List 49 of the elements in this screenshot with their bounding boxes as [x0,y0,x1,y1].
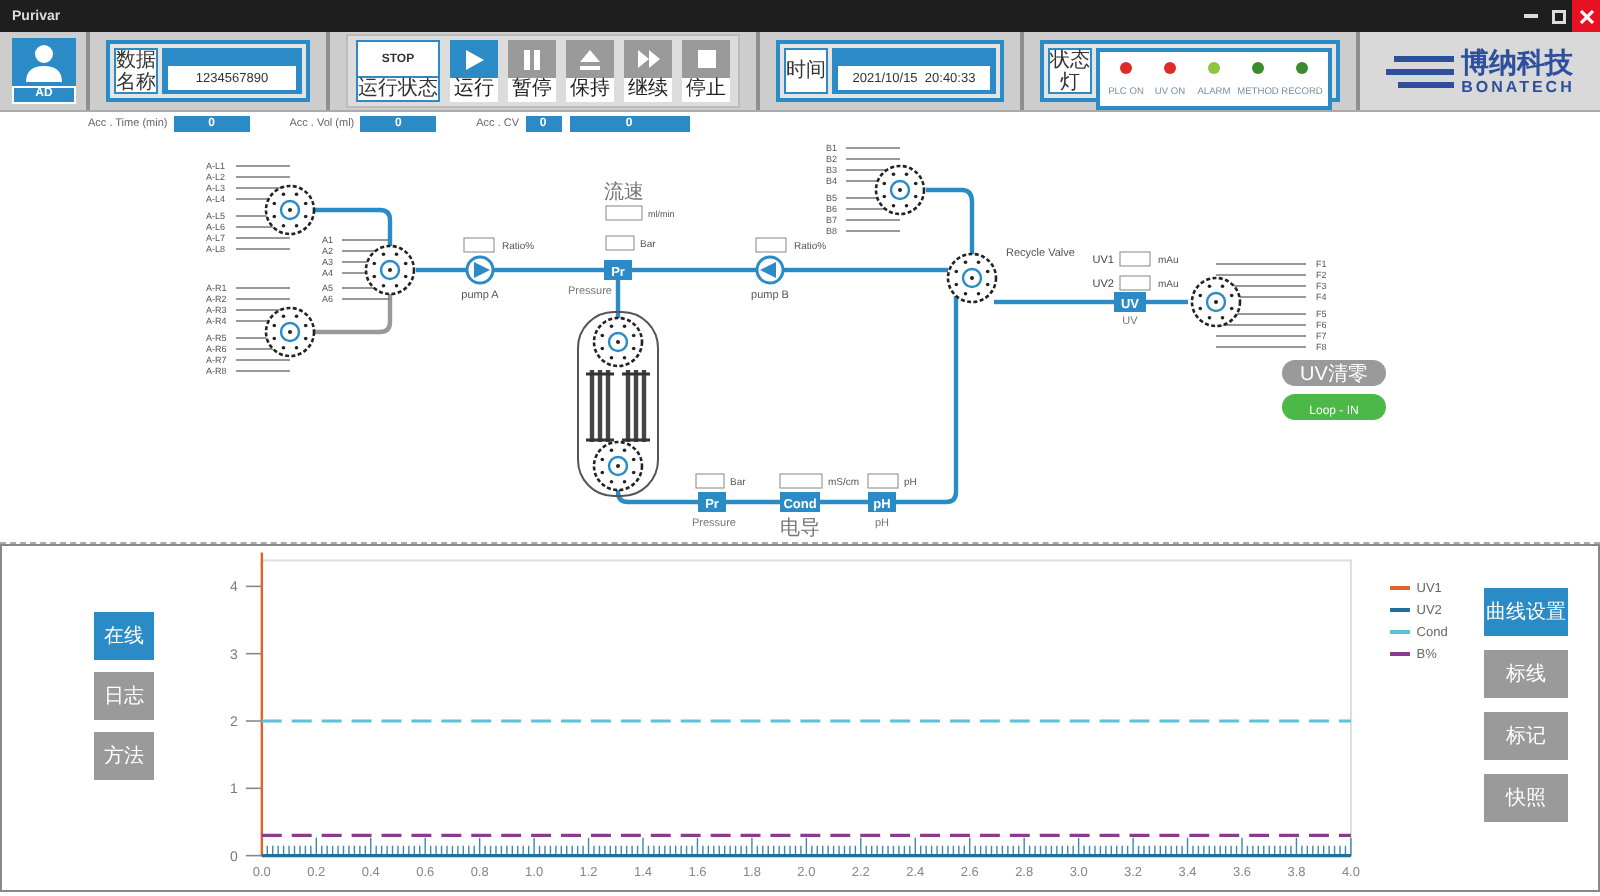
status-label: 状态灯 [1050,49,1090,93]
value-field[interactable] [695,473,725,489]
pipe-line [314,207,393,246]
data-name-label: 数据名称 [116,49,156,93]
chart-tool-button[interactable]: 曲线设置 [1484,588,1569,636]
stop-icon [697,50,715,68]
eject-icon [580,49,600,69]
value-field[interactable] [1119,251,1151,267]
chart-tool-button[interactable]: 标线 [1484,650,1569,698]
pipe-line [926,187,975,254]
uv-zero-button[interactable]: UV清零 [1282,360,1386,386]
chart-tool-button[interactable]: 快照 [1484,774,1569,822]
value-field[interactable] [605,235,635,251]
time-label: 时间 [786,60,826,82]
view-tab[interactable]: 方法 [94,732,154,780]
run-button[interactable]: 保持 [566,40,614,102]
logo-name: 博纳科技 [1461,47,1575,77]
chart-tool-button[interactable]: 标记 [1484,712,1569,760]
logo-icon [1385,55,1454,87]
user-icon [26,44,62,82]
run-button[interactable]: 运行 [450,40,498,102]
minimize-icon [1523,14,1537,18]
valve-drawing [592,316,644,368]
value-field[interactable] [755,237,787,253]
run-button[interactable]: 停止 [682,40,730,102]
pump-icon [755,255,785,285]
run-button[interactable]: 继续 [624,40,672,102]
value-field[interactable] [1119,275,1151,291]
value-field[interactable] [463,237,495,253]
run-button[interactable]: 暂停 [508,40,556,102]
sensor-caption: 电导 [780,518,820,538]
flow-caption: 流速 [604,182,644,204]
run-status-label: 运行状态 [356,78,440,102]
valve-drawing [592,440,644,492]
pipe-line [314,294,393,335]
play-icon [464,49,484,69]
pump-icon [465,255,495,285]
close-button[interactable] [1572,0,1600,32]
pause-icon [524,49,540,69]
value-field[interactable] [605,205,643,221]
value-field[interactable] [867,473,899,489]
valve-drawing [946,252,998,304]
logo-subtitle: BONATECH [1461,77,1575,95]
fast-forward-icon [637,50,659,68]
view-tab[interactable]: 日志 [94,672,154,720]
close-icon [1579,9,1593,23]
maximize-icon [1551,9,1565,23]
value-field[interactable] [779,473,823,489]
view-tab[interactable]: 在线 [94,612,154,660]
